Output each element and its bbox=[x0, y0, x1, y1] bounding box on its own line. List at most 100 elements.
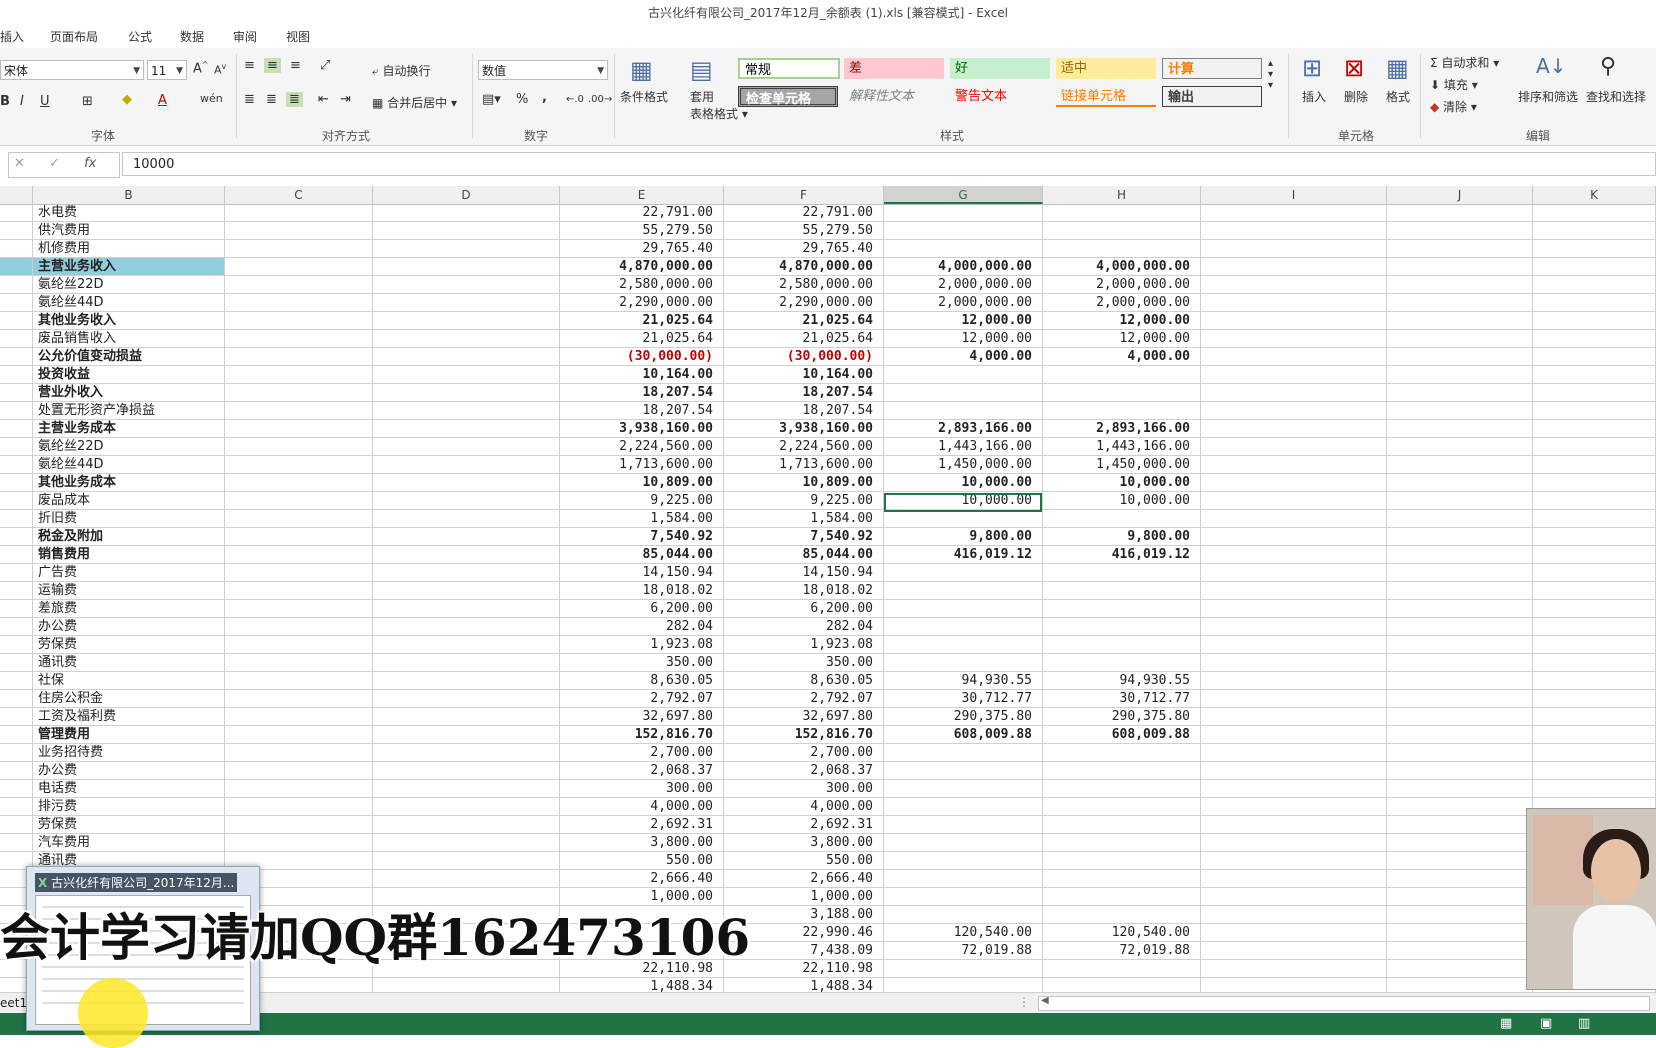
find-select-button[interactable]: 查找和选择 bbox=[1586, 88, 1646, 105]
cell-a[interactable] bbox=[0, 528, 33, 546]
conditional-format-button[interactable]: 条件格式 bbox=[620, 88, 668, 105]
cell-j[interactable] bbox=[1387, 204, 1533, 222]
cell-j[interactable] bbox=[1387, 834, 1533, 852]
cell-d[interactable] bbox=[373, 600, 560, 618]
value-cell-e[interactable]: 10,809.00 bbox=[560, 474, 724, 492]
cell-c[interactable] bbox=[225, 330, 373, 348]
cell-k[interactable] bbox=[1533, 744, 1656, 762]
value-cell-e[interactable]: (30,000.00) bbox=[560, 348, 724, 366]
font-color-icon[interactable]: A bbox=[158, 93, 167, 108]
account-name-cell[interactable]: 业务招待费 bbox=[33, 744, 225, 762]
active-cell[interactable] bbox=[884, 493, 1042, 512]
cell-k[interactable] bbox=[1533, 348, 1656, 366]
cell-c[interactable] bbox=[225, 474, 373, 492]
account-name-cell[interactable]: 营业外收入 bbox=[33, 384, 225, 402]
cell-k[interactable] bbox=[1533, 258, 1656, 276]
account-name-cell[interactable]: 劳保费 bbox=[33, 636, 225, 654]
cell-i[interactable] bbox=[1201, 474, 1387, 492]
account-name-cell[interactable]: 税金及附加 bbox=[33, 528, 225, 546]
value-cell-f[interactable]: 550.00 bbox=[724, 852, 884, 870]
account-name-cell[interactable]: 公允价值变动损益 bbox=[33, 348, 225, 366]
cell-j[interactable] bbox=[1387, 942, 1533, 960]
account-name-cell[interactable]: 氨纶丝44D bbox=[33, 456, 225, 474]
cell-d[interactable] bbox=[373, 510, 560, 528]
insert-cells-button[interactable]: 插入 bbox=[1302, 88, 1326, 105]
value-cell-g[interactable]: 12,000.00 bbox=[884, 330, 1043, 348]
cell-a[interactable] bbox=[0, 276, 33, 294]
cell-d[interactable] bbox=[373, 492, 560, 510]
cell-i[interactable] bbox=[1201, 906, 1387, 924]
value-cell-e[interactable]: 300.00 bbox=[560, 780, 724, 798]
value-cell-e[interactable]: 2,792.07 bbox=[560, 690, 724, 708]
value-cell-f[interactable]: 1,923.08 bbox=[724, 636, 884, 654]
value-cell-h[interactable] bbox=[1043, 654, 1201, 672]
value-cell-f[interactable]: 55,279.50 bbox=[724, 222, 884, 240]
increase-font-icon[interactable]: A^ bbox=[193, 60, 209, 76]
cell-j[interactable] bbox=[1387, 402, 1533, 420]
cell-a[interactable] bbox=[0, 708, 33, 726]
style-good[interactable]: 好 bbox=[950, 58, 1050, 79]
cell-i[interactable] bbox=[1201, 708, 1387, 726]
cell-k[interactable] bbox=[1533, 546, 1656, 564]
value-cell-e[interactable]: 4,870,000.00 bbox=[560, 258, 724, 276]
value-cell-f[interactable]: 32,697.80 bbox=[724, 708, 884, 726]
cell-i[interactable] bbox=[1201, 870, 1387, 888]
cell-c[interactable] bbox=[225, 402, 373, 420]
cell-j[interactable] bbox=[1387, 690, 1533, 708]
value-cell-f[interactable]: 3,800.00 bbox=[724, 834, 884, 852]
cell-a[interactable] bbox=[0, 366, 33, 384]
cell-c[interactable] bbox=[225, 726, 373, 744]
cell-k[interactable] bbox=[1533, 636, 1656, 654]
cell-i[interactable] bbox=[1201, 402, 1387, 420]
value-cell-h[interactable] bbox=[1043, 780, 1201, 798]
merge-center-button[interactable]: ▦ 合并后居中 ▾ bbox=[372, 94, 457, 111]
cell-i[interactable] bbox=[1201, 816, 1387, 834]
value-cell-e[interactable]: 8,630.05 bbox=[560, 672, 724, 690]
cell-j[interactable] bbox=[1387, 582, 1533, 600]
cell-c[interactable] bbox=[225, 384, 373, 402]
value-cell-f[interactable]: 2,700.00 bbox=[724, 744, 884, 762]
value-cell-g[interactable] bbox=[884, 618, 1043, 636]
account-name-cell[interactable]: 机修费用 bbox=[33, 240, 225, 258]
style-neutral[interactable]: 适中 bbox=[1056, 58, 1156, 79]
conditional-format-icon[interactable]: ▦ bbox=[630, 56, 653, 84]
value-cell-e[interactable]: 3,800.00 bbox=[560, 834, 724, 852]
cell-a[interactable] bbox=[0, 690, 33, 708]
value-cell-g[interactable]: 4,000.00 bbox=[884, 348, 1043, 366]
value-cell-e[interactable]: 2,580,000.00 bbox=[560, 276, 724, 294]
cell-k[interactable] bbox=[1533, 708, 1656, 726]
cell-a[interactable] bbox=[0, 600, 33, 618]
value-cell-h[interactable]: 2,893,166.00 bbox=[1043, 420, 1201, 438]
cell-d[interactable] bbox=[373, 276, 560, 294]
cell-d[interactable] bbox=[373, 798, 560, 816]
cell-c[interactable] bbox=[225, 348, 373, 366]
cell-a[interactable] bbox=[0, 744, 33, 762]
align-top-icon[interactable]: ≡ bbox=[244, 58, 255, 73]
value-cell-e[interactable]: 2,700.00 bbox=[560, 744, 724, 762]
cell-k[interactable] bbox=[1533, 402, 1656, 420]
account-name-cell[interactable]: 办公费 bbox=[33, 618, 225, 636]
account-name-cell[interactable]: 主营业务成本 bbox=[33, 420, 225, 438]
formula-input[interactable]: 10000 bbox=[122, 152, 1656, 176]
cell-d[interactable] bbox=[373, 294, 560, 312]
value-cell-h[interactable]: 2,000,000.00 bbox=[1043, 276, 1201, 294]
cell-j[interactable] bbox=[1387, 258, 1533, 276]
style-warning[interactable]: 警告文本 bbox=[950, 86, 1050, 107]
cell-i[interactable] bbox=[1201, 654, 1387, 672]
value-cell-h[interactable] bbox=[1043, 384, 1201, 402]
cell-d[interactable] bbox=[373, 834, 560, 852]
cell-i[interactable] bbox=[1201, 258, 1387, 276]
column-header-f[interactable]: F bbox=[724, 186, 884, 204]
column-header-j[interactable]: J bbox=[1387, 186, 1533, 204]
cell-d[interactable] bbox=[373, 582, 560, 600]
cell-j[interactable] bbox=[1387, 312, 1533, 330]
cell-k[interactable] bbox=[1533, 654, 1656, 672]
value-cell-h[interactable] bbox=[1043, 366, 1201, 384]
cell-k[interactable] bbox=[1533, 240, 1656, 258]
cell-c[interactable] bbox=[225, 672, 373, 690]
cell-c[interactable] bbox=[225, 222, 373, 240]
cell-i[interactable] bbox=[1201, 222, 1387, 240]
cell-j[interactable] bbox=[1387, 546, 1533, 564]
normal-view-icon[interactable]: ▦ bbox=[1500, 1016, 1512, 1031]
cell-c[interactable] bbox=[225, 294, 373, 312]
